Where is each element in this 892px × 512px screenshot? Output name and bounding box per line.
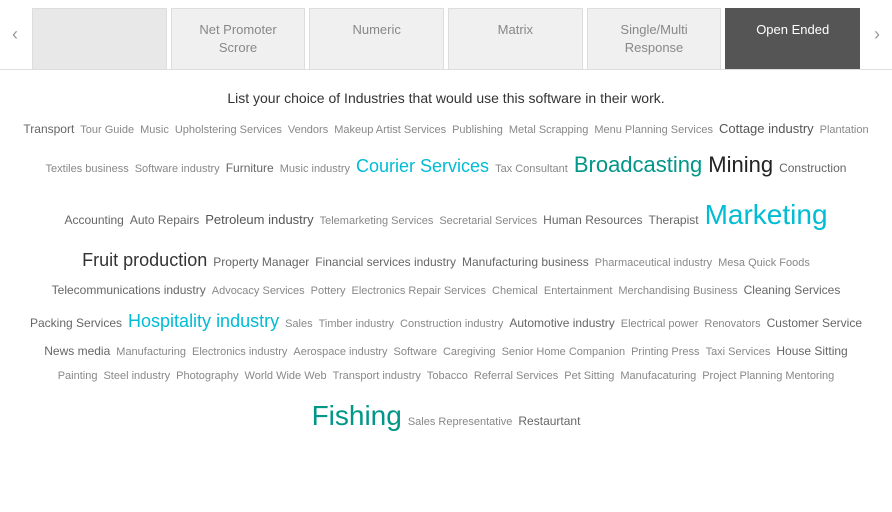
word-item: Electronics industry — [192, 342, 287, 363]
word-item: Senior Home Companion — [502, 342, 626, 363]
word-item: Timber industry — [319, 314, 394, 335]
word-item: Telecommunications industry — [52, 279, 206, 302]
word-cloud: Transport Tour Guide Music Upholstering Ser… — [0, 116, 892, 443]
word-item: Construction — [779, 157, 846, 180]
word-item: Hospitality industry — [128, 304, 279, 338]
word-item: Project Planning Mentoring — [702, 366, 834, 387]
word-item: Referral Services — [474, 366, 558, 387]
word-item: Manufacaturing — [620, 366, 696, 387]
word-item: Tobacco — [427, 366, 468, 387]
word-item: Pottery — [311, 281, 346, 302]
word-item: Therapist — [649, 209, 699, 232]
word-item: Pet Sitting — [564, 366, 614, 387]
word-item: Software — [394, 342, 437, 363]
word-item: Electrical power — [621, 314, 699, 335]
word-item: Sales — [285, 314, 313, 335]
nav-arrow-right[interactable]: › — [862, 0, 892, 69]
word-item: Transport — [23, 118, 74, 141]
word-item: Merchandising Business — [618, 281, 737, 302]
word-item: Menu Planning Services — [594, 120, 713, 141]
word-item: Chemical — [492, 281, 538, 302]
word-item: Fishing — [312, 389, 402, 442]
tab-placeholder[interactable] — [32, 8, 167, 69]
word-item: Electronics Repair Services — [352, 281, 487, 302]
word-item: Human Resources — [543, 209, 642, 232]
word-item: Accounting — [64, 209, 123, 232]
word-item: Property Manager — [213, 251, 309, 274]
word-item: Secretarial Services — [439, 211, 537, 232]
word-item: Publishing — [452, 120, 503, 141]
word-item: House Sitting — [776, 340, 847, 363]
word-item: Construction industry — [400, 314, 503, 335]
word-item: Music — [140, 120, 169, 141]
tab-net-promoter[interactable]: Net Promoter Scrore — [171, 8, 306, 69]
word-item: Advocacy Services — [212, 281, 305, 302]
question-text: List your choice of Industries that woul… — [0, 70, 892, 116]
word-item: Plantation — [820, 120, 869, 141]
word-item: Mining — [708, 144, 773, 186]
nav-arrow-left[interactable]: ‹ — [0, 0, 30, 69]
word-item: Automotive industry — [509, 312, 614, 335]
word-item: Mesa Quick Foods — [718, 253, 810, 274]
word-item: Transport industry — [333, 366, 421, 387]
tab-single-multi[interactable]: Single/Multi Response — [587, 8, 722, 69]
word-item: Entertainment — [544, 281, 612, 302]
word-item: Fruit production — [82, 243, 207, 277]
word-item: Sales Representative — [408, 412, 513, 433]
word-item: World Wide Web — [245, 366, 327, 387]
word-item: Financial services industry — [315, 251, 456, 274]
word-item: Restaurtant — [518, 410, 580, 433]
tab-open-ended[interactable]: Open Ended — [725, 8, 860, 69]
word-item: Vendors — [288, 120, 328, 141]
word-item: Printing Press — [631, 342, 699, 363]
word-item: Makeup Artist Services — [334, 120, 446, 141]
tab-matrix[interactable]: Matrix — [448, 8, 583, 69]
word-item: Broadcasting — [574, 144, 702, 186]
word-item: Cleaning Services — [744, 279, 841, 302]
word-item: Manufacturing business — [462, 251, 589, 274]
word-item: Furniture — [226, 157, 274, 180]
word-item: Telemarketing Services — [320, 211, 434, 232]
word-item: Upholstering Services — [175, 120, 282, 141]
word-item: Tax Consultant — [495, 159, 568, 180]
word-item: Marketing — [705, 188, 828, 241]
tab-numeric[interactable]: Numeric — [309, 8, 444, 69]
word-item: Courier Services — [356, 149, 489, 183]
word-item: Steel industry — [103, 366, 170, 387]
word-item: Software industry — [135, 159, 220, 180]
word-item: Pharmaceutical industry — [595, 253, 712, 274]
word-item: Customer Service — [767, 312, 862, 335]
word-item: Aerospace industry — [293, 342, 387, 363]
word-item: Renovators — [704, 314, 760, 335]
word-item: News media — [44, 340, 110, 363]
word-item: Tour Guide — [80, 120, 134, 141]
word-item: Photography — [176, 366, 238, 387]
word-item: Petroleum industry — [205, 208, 313, 233]
word-item: Cottage industry — [719, 117, 814, 142]
word-item: Packing Services — [30, 312, 122, 335]
word-item: Painting — [58, 366, 98, 387]
tabs-container: ‹ Net Promoter Scrore Numeric Matrix Sin… — [0, 0, 892, 70]
word-item: Auto Repairs — [130, 209, 199, 232]
word-item: Caregiving — [443, 342, 496, 363]
word-item: Taxi Services — [706, 342, 771, 363]
word-item: Music industry — [280, 159, 350, 180]
word-item: Manufacturing — [116, 342, 186, 363]
word-item: Metal Scrapping — [509, 120, 589, 141]
word-item: Textiles business — [46, 159, 129, 180]
